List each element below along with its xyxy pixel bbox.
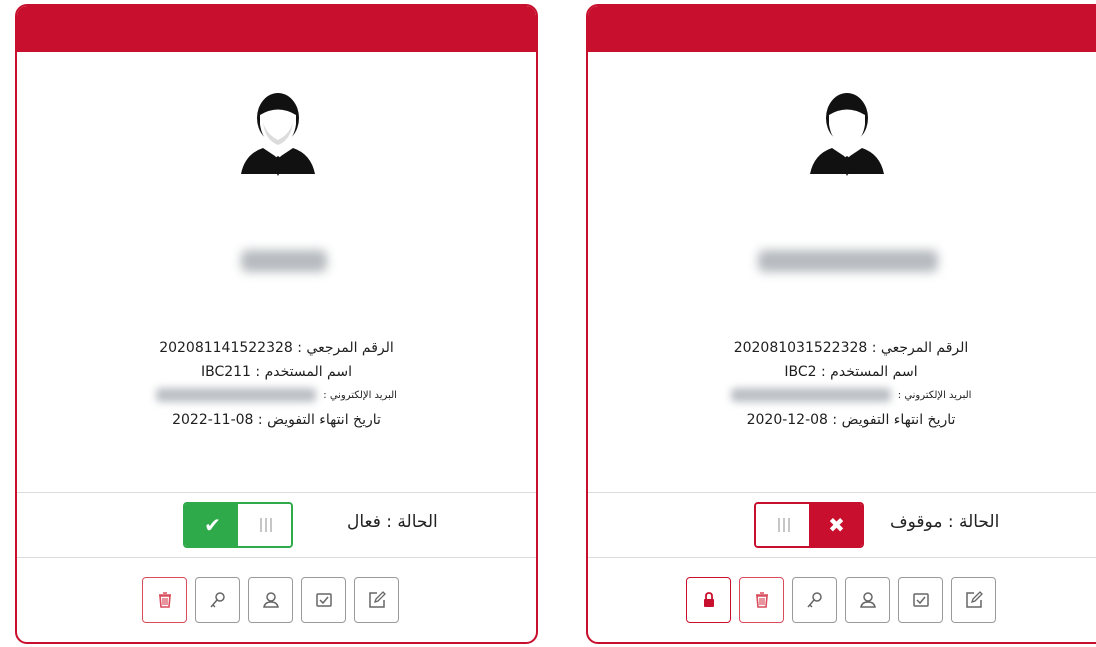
checkbox-icon bbox=[912, 593, 929, 607]
reference-label: الرقم المرجعي : bbox=[871, 340, 969, 356]
edit-icon bbox=[965, 591, 983, 608]
reference-value: 202081141522328 bbox=[159, 340, 293, 356]
card-header bbox=[588, 6, 1096, 52]
status-label: الحالة : موقوف bbox=[890, 512, 1000, 532]
email-value-blurred bbox=[730, 388, 891, 402]
user-avatar-icon bbox=[810, 93, 884, 176]
lock-button[interactable] bbox=[686, 577, 731, 623]
checkbox-icon bbox=[315, 593, 332, 607]
edit-button[interactable] bbox=[951, 577, 996, 623]
user-card-ibc211: الرقم المرجعي : 202081141522328 اسم المس… bbox=[15, 4, 538, 644]
reference-value: 202081031522328 bbox=[733, 340, 868, 356]
divider bbox=[17, 492, 536, 493]
toggle-handle bbox=[238, 504, 291, 546]
email-label: البريد الإلكتروني : bbox=[323, 390, 397, 401]
status-toggle[interactable]: ✖ bbox=[754, 502, 864, 548]
user-profile-button[interactable] bbox=[248, 577, 293, 623]
close-icon: ✖ bbox=[809, 504, 862, 546]
username-value: IBC211 bbox=[200, 364, 251, 380]
email-label: البريد الإلكتروني : bbox=[897, 390, 972, 401]
username-value: IBC2 bbox=[784, 364, 817, 380]
user-display-name-blurred bbox=[241, 250, 327, 272]
email-value-blurred bbox=[156, 388, 317, 402]
divider bbox=[588, 557, 1096, 558]
trash-icon bbox=[158, 592, 171, 608]
username-label: اسم المستخدم : bbox=[821, 364, 918, 380]
user-info: الرقم المرجعي : 202081031522328 اسم المس… bbox=[588, 336, 1096, 432]
user-display-name-blurred bbox=[758, 250, 938, 272]
permissions-button[interactable] bbox=[898, 577, 943, 623]
toggle-handle bbox=[756, 504, 811, 546]
delete-button[interactable] bbox=[739, 577, 784, 623]
permissions-button[interactable] bbox=[301, 577, 346, 623]
trash-icon bbox=[755, 592, 768, 608]
reference-label: الرقم المرجعي : bbox=[297, 340, 394, 356]
user-info: الرقم المرجعي : 202081141522328 اسم المس… bbox=[17, 336, 536, 432]
user-icon bbox=[262, 592, 279, 608]
user-card-ibc2: الرقم المرجعي : 202081031522328 اسم المس… bbox=[586, 4, 1096, 644]
edit-icon bbox=[368, 591, 386, 608]
lock-icon bbox=[703, 592, 714, 607]
status-toggle[interactable]: ✔ bbox=[183, 502, 293, 548]
card-header bbox=[17, 6, 536, 52]
user-profile-button[interactable] bbox=[845, 577, 890, 623]
edit-button[interactable] bbox=[354, 577, 399, 623]
expiry-value: 2022-11-08 bbox=[172, 412, 254, 428]
check-icon: ✔ bbox=[185, 504, 240, 546]
reset-password-button[interactable] bbox=[195, 577, 240, 623]
user-avatar-icon bbox=[241, 93, 315, 176]
status-label: الحالة : فعال bbox=[347, 512, 438, 532]
key-icon bbox=[806, 592, 822, 608]
delete-button[interactable] bbox=[142, 577, 187, 623]
expiry-value: 2020-12-08 bbox=[746, 412, 828, 428]
divider bbox=[17, 557, 536, 558]
user-icon bbox=[859, 592, 876, 608]
divider bbox=[588, 492, 1096, 493]
reset-password-button[interactable] bbox=[792, 577, 837, 623]
expiry-label: تاريخ انتهاء التفويض : bbox=[832, 412, 956, 428]
expiry-label: تاريخ انتهاء التفويض : bbox=[257, 412, 381, 428]
key-icon bbox=[209, 592, 225, 608]
username-label: اسم المستخدم : bbox=[255, 364, 352, 380]
